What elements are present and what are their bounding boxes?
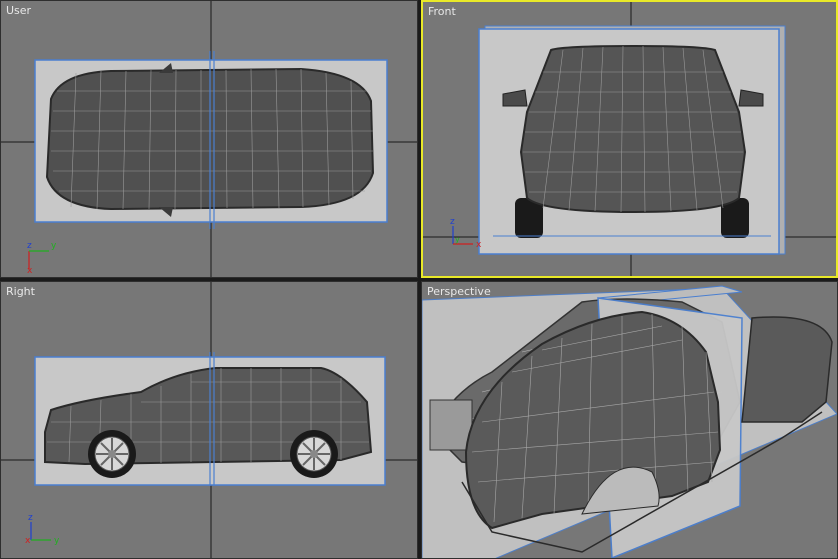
viewport-right[interactable]: Right z x y — [0, 281, 418, 559]
svg-text:z: z — [28, 513, 33, 523]
viewport-label-right[interactable]: Right — [6, 285, 35, 298]
viewport-label-front[interactable]: Front — [428, 5, 456, 18]
svg-text:z: z — [450, 217, 455, 227]
hub-front — [108, 450, 116, 458]
axis-tripod-right: z x y — [25, 513, 60, 546]
hub-rear — [310, 450, 318, 458]
svg-text:z: z — [27, 241, 32, 251]
viewport-perspective-canvas — [422, 285, 837, 558]
car-rear-perspective — [741, 316, 833, 423]
viewport-label-perspective[interactable]: Perspective — [427, 285, 491, 298]
svg-text:y: y — [54, 536, 60, 546]
car-body-front — [519, 44, 747, 214]
svg-text:x: x — [476, 240, 482, 250]
axis-tripod-user: z y x — [27, 241, 57, 276]
viewport-user[interactable]: User z y x — [0, 0, 418, 278]
svg-text:y: y — [51, 241, 57, 251]
svg-text:x: x — [25, 536, 31, 546]
viewport-front[interactable]: Front z y x — [421, 0, 838, 278]
svg-text:y: y — [455, 235, 460, 244]
viewport-label-user[interactable]: User — [6, 4, 31, 17]
axis-tripod-front: z y x — [450, 217, 482, 250]
headlight-area — [429, 399, 473, 451]
viewport-user-canvas — [1, 1, 417, 277]
svg-text:x: x — [27, 266, 33, 276]
viewport-perspective[interactable]: Perspective — [421, 281, 838, 559]
